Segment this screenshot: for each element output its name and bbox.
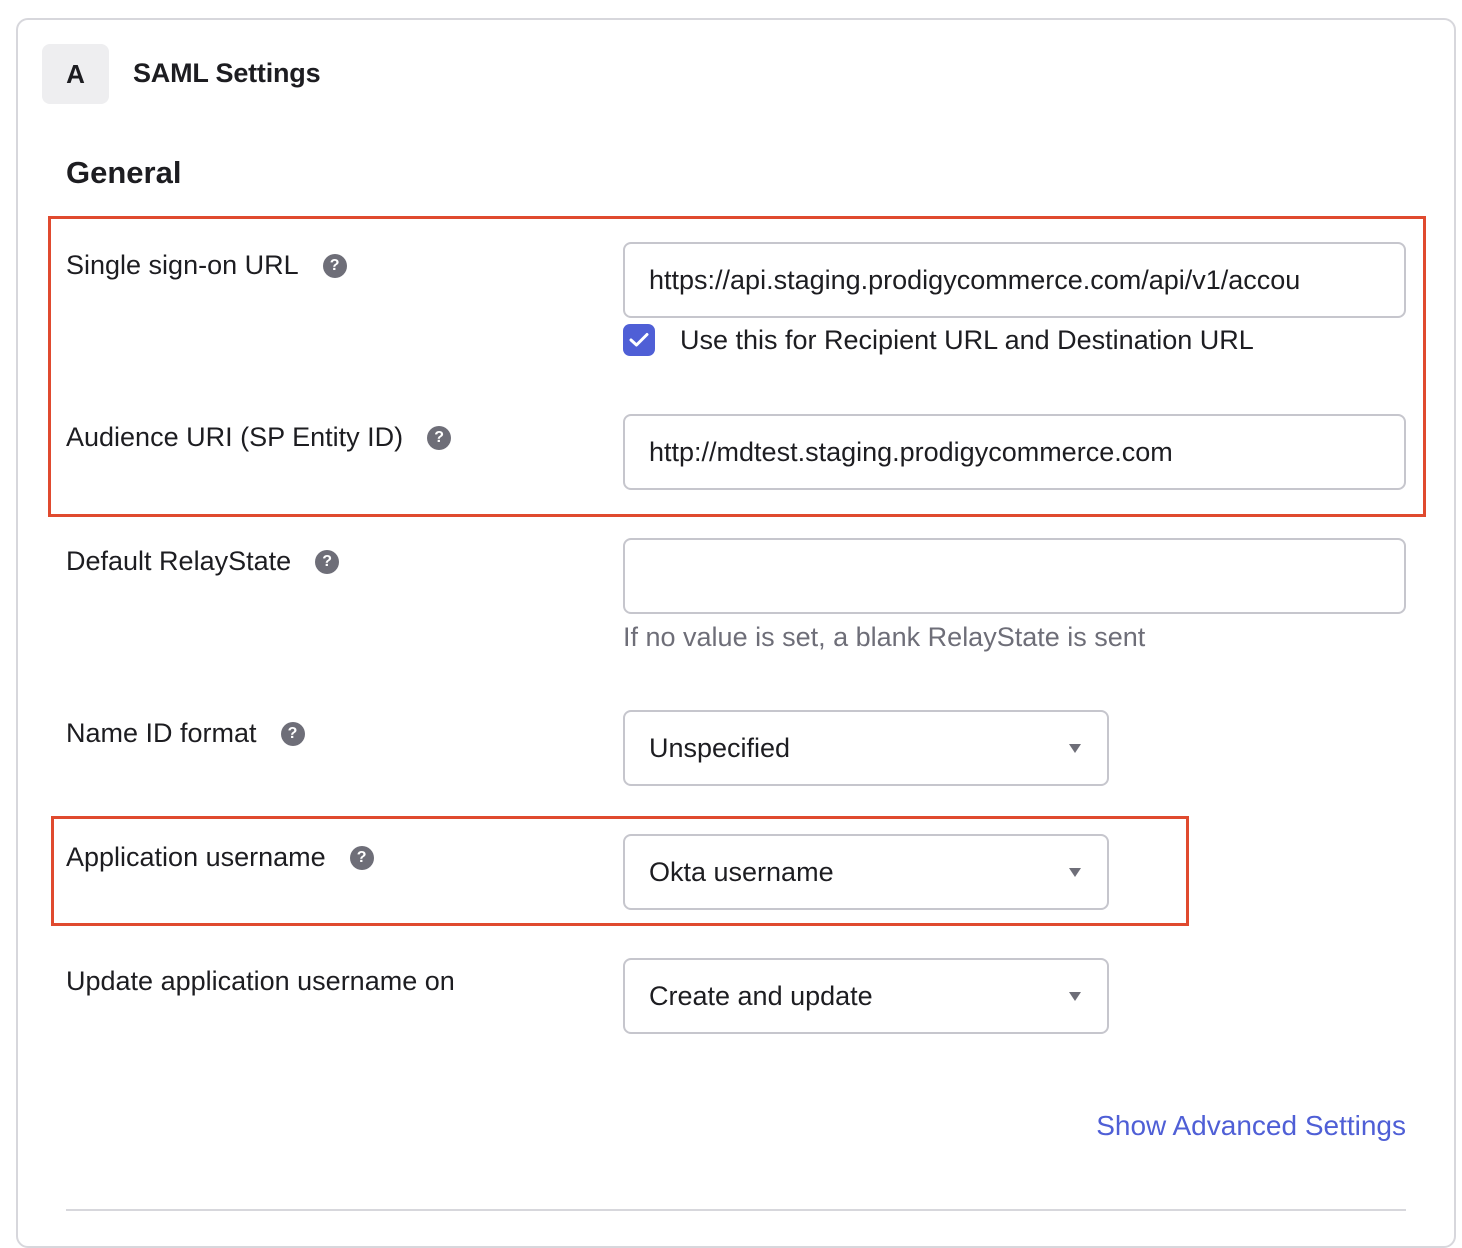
card-title: SAML Settings (133, 58, 321, 88)
section-divider (66, 1209, 1406, 1211)
update-username-on-select[interactable]: Create and update (623, 958, 1109, 1034)
recipient-url-checkbox-row[interactable]: Use this for Recipient URL and Destinati… (623, 324, 1254, 356)
update-username-on-label: Update application username on (66, 966, 455, 997)
help-icon[interactable]: ? (280, 721, 305, 746)
audience-uri-label-text: Audience URI (SP Entity ID) (66, 422, 404, 452)
relay-state-label-text: Default RelayState (66, 546, 292, 576)
app-username-select[interactable]: Okta username (623, 834, 1109, 910)
sso-url-input[interactable]: https://api.staging.prodigycommerce.com/… (623, 242, 1406, 318)
audience-uri-input[interactable]: http://mdtest.staging.prodigycommerce.co… (623, 414, 1406, 490)
help-icon[interactable]: ? (427, 425, 452, 450)
name-id-format-label: Name ID format ? (66, 718, 305, 749)
sso-url-label-text: Single sign-on URL (66, 250, 299, 280)
section-heading-general: General (66, 155, 182, 190)
sso-url-label: Single sign-on URL ? (66, 250, 347, 281)
update-username-on-label-text: Update application username on (66, 966, 455, 996)
audience-uri-value: http://mdtest.staging.prodigycommerce.co… (649, 436, 1173, 467)
step-badge: A (42, 44, 109, 104)
help-icon[interactable]: ? (349, 845, 374, 870)
name-id-format-select[interactable]: Unspecified (623, 710, 1109, 786)
show-advanced-settings-link[interactable]: Show Advanced Settings (1096, 1110, 1406, 1142)
relay-state-hint: If no value is set, a blank RelayState i… (623, 622, 1146, 652)
app-username-value: Okta username (649, 856, 834, 887)
name-id-format-value: Unspecified (649, 732, 791, 763)
app-username-label: Application username ? (66, 842, 374, 873)
sso-url-value: https://api.staging.prodigycommerce.com/… (649, 264, 1301, 295)
help-icon[interactable]: ? (322, 253, 347, 278)
caret-down-icon (1069, 991, 1081, 1001)
recipient-url-checkbox-label: Use this for Recipient URL and Destinati… (680, 324, 1254, 355)
recipient-url-checkbox[interactable] (623, 324, 655, 356)
app-username-label-text: Application username (66, 842, 326, 872)
help-icon[interactable]: ? (315, 549, 340, 574)
caret-down-icon (1069, 867, 1081, 877)
relay-state-input[interactable] (623, 538, 1406, 614)
caret-down-icon (1069, 743, 1081, 753)
relay-state-label: Default RelayState ? (66, 546, 340, 577)
name-id-format-label-text: Name ID format (66, 718, 257, 748)
update-username-on-value: Create and update (649, 980, 873, 1011)
checkmark-icon (629, 333, 649, 347)
audience-uri-label: Audience URI (SP Entity ID) ? (66, 422, 452, 453)
